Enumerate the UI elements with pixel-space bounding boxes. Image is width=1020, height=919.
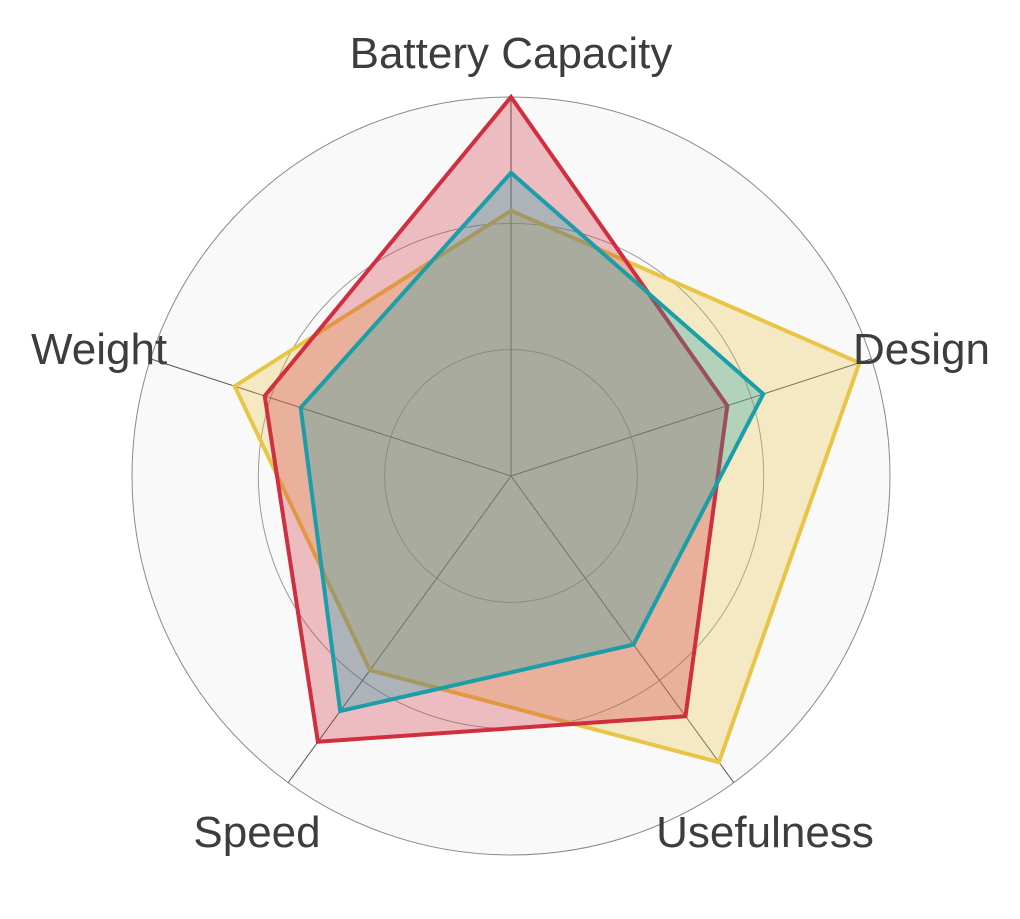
axis-label-usefulness: Usefulness bbox=[656, 808, 874, 857]
axis-label-design: Design bbox=[853, 325, 990, 374]
axis-label-speed: Speed bbox=[193, 808, 320, 857]
axis-label-battery-capacity: Battery Capacity bbox=[350, 29, 673, 78]
radar-chart: Battery Capacity Design Usefulness Speed… bbox=[31, 29, 990, 857]
axis-label-weight: Weight bbox=[31, 325, 167, 374]
